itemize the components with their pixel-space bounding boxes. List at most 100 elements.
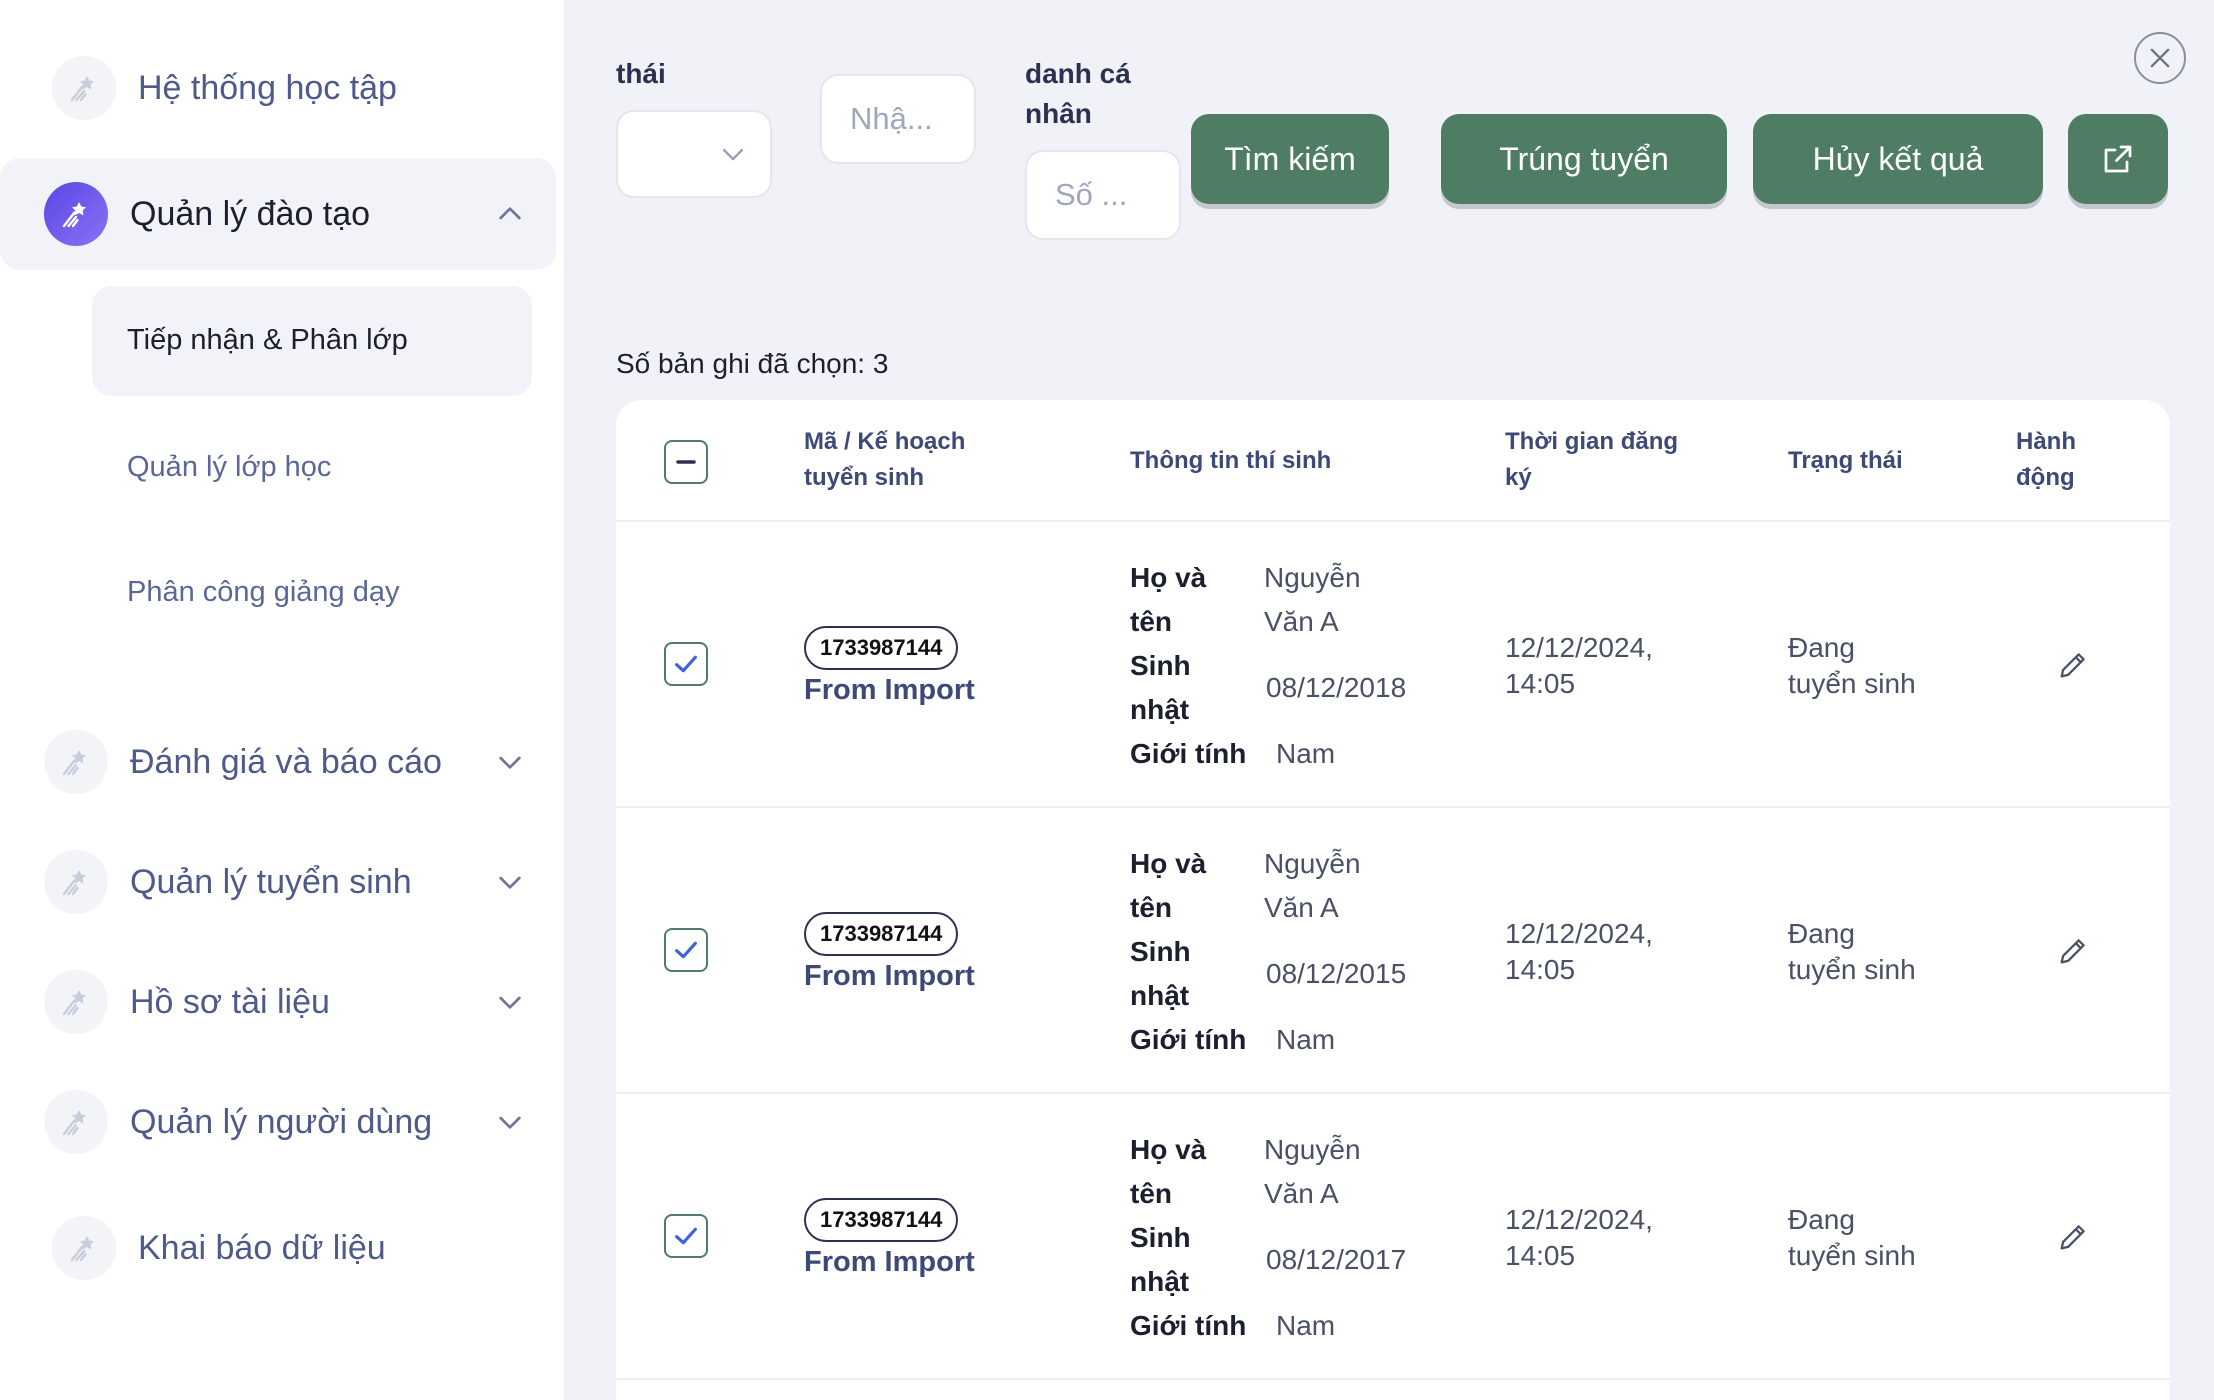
selected-count: Số bản ghi đã chọn: 3 — [616, 348, 889, 379]
chevron-down-icon[interactable] — [494, 1106, 526, 1138]
col-registration-time: Thời gian đăng ký — [1505, 424, 1678, 496]
plan-source: From Import — [804, 674, 975, 706]
label-name: tên — [1130, 1178, 1172, 1209]
source-input[interactable]: Nhậ... — [820, 74, 976, 164]
label-gender: Giới tính — [1130, 1024, 1247, 1055]
label-name: Họ và — [1130, 1134, 1207, 1165]
registration-date: 12/12/2024, — [1505, 632, 1653, 663]
external-link-icon — [2104, 145, 2132, 173]
candidate-name: Văn A — [1264, 892, 1339, 923]
candidate-dob: 08/12/2015 — [1266, 958, 1407, 989]
status-text: tuyển sinh — [1788, 1240, 1916, 1271]
sidebar-item-label: Quản lý tuyển sinh — [130, 862, 412, 901]
candidate-gender: Nam — [1276, 1024, 1336, 1055]
candidate-name: Văn A — [1264, 606, 1339, 637]
sidebar-item-learning-system[interactable]: Hệ thống học tập — [0, 56, 566, 120]
id-filter-label: danh cá — [1025, 58, 1131, 89]
label-dob: Sinh — [1130, 1222, 1191, 1253]
source-input-placeholder: Nhậ... — [850, 101, 933, 136]
row-checkbox[interactable] — [664, 642, 708, 686]
candidate-dob: 08/12/2018 — [1266, 672, 1407, 703]
col-action-line: Hành — [2016, 428, 2076, 455]
col-info: Thông tin thí sinh — [1130, 447, 1332, 474]
chevron-down-icon[interactable] — [494, 986, 526, 1018]
col-time-line: Thời gian đăng — [1505, 428, 1679, 455]
chevron-down-icon — [723, 149, 743, 161]
status-filter-label: thái — [616, 58, 666, 89]
sidebar-item-label: Quản lý đào tạo — [130, 194, 371, 233]
sidebar-item-evaluation-report[interactable]: Đánh giá và báo cáo — [0, 730, 566, 794]
col-plan-line: Mã / Kế hoạch — [804, 428, 966, 455]
sidebar-item-documents[interactable]: Hồ sơ tài liệu — [0, 970, 566, 1034]
id-number-input[interactable]: Số ... — [1025, 150, 1181, 240]
label-name: tên — [1130, 606, 1172, 637]
sidebar-item-data-declaration[interactable]: Khai báo dữ liệu — [0, 1216, 566, 1280]
check-icon — [675, 655, 697, 673]
edit-icon[interactable] — [2056, 1220, 2090, 1254]
registration-time: 14:05 — [1505, 954, 1576, 985]
sidebar-subitem-intake[interactable]: Tiếp nhận & Phân lớp — [127, 324, 408, 357]
shooting-star-icon — [44, 182, 108, 246]
status-select[interactable] — [616, 110, 772, 198]
candidates-table: Mã / Kế hoạch tuyển sinh Thông tin thí s… — [616, 400, 2170, 1400]
cancel-result-button[interactable]: Hủy kết quả — [1753, 114, 2043, 204]
status-text: tuyển sinh — [1788, 668, 1916, 699]
edit-icon[interactable] — [2056, 934, 2090, 968]
edit-icon[interactable] — [2056, 648, 2090, 682]
sidebar-item-label: Quản lý người dùng — [130, 1102, 433, 1141]
label-dob: Sinh — [1130, 650, 1191, 681]
select-all-checkbox[interactable] — [664, 440, 708, 484]
sidebar-item-label: Đánh giá và báo cáo — [130, 742, 442, 781]
label-name: Họ và — [1130, 848, 1207, 879]
candidate-dob: 08/12/2017 — [1266, 1244, 1407, 1275]
chevron-down-icon[interactable] — [494, 866, 526, 898]
sidebar-item-label: Hồ sơ tài liệu — [130, 982, 330, 1021]
shooting-star-icon — [52, 1216, 116, 1280]
shooting-star-icon — [52, 56, 116, 120]
registration-time: 14:05 — [1505, 1240, 1576, 1271]
sidebar-item-admissions[interactable]: Quản lý tuyển sinh — [0, 850, 566, 914]
registration-date: 12/12/2024, — [1505, 1204, 1653, 1235]
label-gender: Giới tính — [1130, 1310, 1247, 1341]
admit-button[interactable]: Trúng tuyển — [1441, 114, 1727, 204]
chevron-down-icon[interactable] — [494, 746, 526, 778]
main-content: thái Nhậ... danh cá nhân Số ... Tìm kiếm… — [568, 0, 2214, 1400]
candidate-name: Nguyễn — [1264, 562, 1361, 593]
close-button[interactable] — [2134, 32, 2186, 84]
candidate-gender: Nam — [1276, 738, 1336, 769]
candidate-name: Văn A — [1264, 1178, 1339, 1209]
col-time-line: ký — [1505, 464, 1532, 491]
plan-source: From Import — [804, 1246, 975, 1278]
sidebar-subitem-classes[interactable]: Quản lý lớp học — [127, 451, 331, 484]
chevron-up-icon[interactable] — [494, 198, 526, 230]
row-checkbox[interactable] — [664, 1214, 708, 1258]
shooting-star-icon — [44, 850, 108, 914]
plan-code-badge: 1733987144 — [804, 1198, 959, 1242]
label-gender: Giới tính — [1130, 738, 1247, 769]
shooting-star-icon — [44, 730, 108, 794]
label-dob: Sinh — [1130, 936, 1191, 967]
table-row[interactable]: 1733987144 From Import Họ và tên Nguyễn … — [616, 808, 2170, 1094]
sidebar-item-users[interactable]: Quản lý người dùng — [0, 1090, 566, 1154]
id-filter-label: nhân — [1025, 98, 1092, 129]
row-checkbox[interactable] — [664, 928, 708, 972]
status-text: Đang — [1788, 632, 1855, 663]
sidebar-item-training-management[interactable]: Quản lý đào tạo — [0, 182, 566, 246]
check-icon — [675, 1227, 697, 1245]
plan-code-badge: 1733987144 — [804, 912, 959, 956]
shooting-star-icon — [44, 970, 108, 1034]
table-row[interactable]: 1733987144 From Import Họ và tên Nguyễn … — [616, 522, 2170, 808]
search-button[interactable]: Tìm kiếm — [1191, 114, 1389, 204]
col-action-line: động — [2016, 464, 2075, 491]
sidebar: Hệ thống học tập Quản lý đào tạo Tiếp nh… — [0, 0, 566, 1400]
label-dob: nhật — [1130, 980, 1190, 1011]
table-row[interactable]: 1733987144 From Import Họ và tên Nguyễn … — [616, 1094, 2170, 1380]
candidate-gender: Nam — [1276, 1310, 1336, 1341]
sidebar-subitem-teaching-assignment[interactable]: Phân công giảng dạy — [127, 576, 400, 609]
label-dob: nhật — [1130, 1266, 1190, 1297]
table-header: Mã / Kế hoạch tuyển sinh Thông tin thí s… — [616, 400, 2170, 522]
candidate-name: Nguyễn — [1264, 848, 1361, 879]
plan-source: From Import — [804, 960, 975, 992]
export-button[interactable] — [2068, 114, 2168, 204]
col-plan: Mã / Kế hoạch tuyển sinh — [804, 424, 965, 496]
